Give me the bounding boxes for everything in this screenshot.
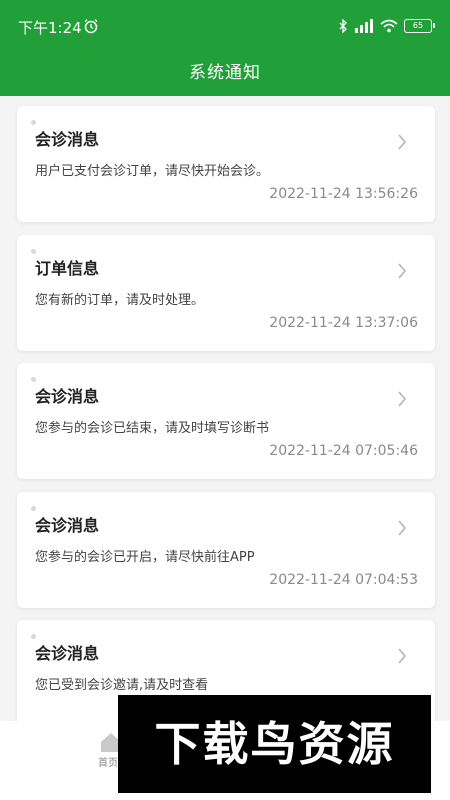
status-icons: 65 — [338, 16, 435, 36]
notification-time: 2022-11-24 07:05:46 — [269, 443, 418, 459]
wifi-icon — [380, 19, 398, 33]
notification-message: 您参与的会诊已结束，请及时填写诊断书 — [35, 421, 270, 436]
notification-time: 2022-11-24 07:04:53 — [269, 572, 418, 588]
notification-card[interactable]: 会诊消息 您参与的会诊已开启，请尽快前往APP 2022-11-24 07:04… — [17, 492, 435, 608]
battery-icon: 65 — [404, 19, 435, 33]
alarm-icon — [84, 19, 98, 34]
chevron-right-icon — [398, 391, 407, 407]
notification-card[interactable]: 订单信息 您有新的订单，请及时处理。 2022-11-24 13:37:06 — [17, 235, 435, 351]
unread-dot — [31, 120, 36, 125]
notification-card[interactable]: 会诊消息 您参与的会诊已结束，请及时填写诊断书 2022-11-24 07:05… — [17, 363, 435, 479]
chevron-right-icon — [398, 263, 407, 279]
notification-message: 您有新的订单，请及时处理。 — [35, 293, 205, 308]
nav-home-label[interactable]: 首页 — [98, 754, 118, 769]
notification-list: 会诊消息 用户已支付会诊订单，请尽快开始会诊。 2022-11-24 13:56… — [0, 96, 450, 721]
chevron-right-icon — [398, 520, 407, 536]
notification-message: 您已受到会诊邀请,请及时查看 — [35, 678, 209, 693]
unread-dot — [31, 506, 36, 511]
watermark-banner: 下载鸟资源 — [118, 695, 431, 793]
notification-title: 会诊消息 — [35, 644, 100, 663]
notification-message: 您参与的会诊已开启，请尽快前往APP — [35, 550, 255, 565]
bluetooth-icon — [339, 19, 347, 33]
page-title: 系统通知 — [189, 63, 261, 83]
notification-title: 订单信息 — [35, 259, 100, 278]
notification-time: 2022-11-24 13:37:06 — [269, 315, 418, 331]
notification-title: 会诊消息 — [35, 516, 100, 535]
notification-title: 会诊消息 — [35, 130, 100, 149]
notification-title: 会诊消息 — [35, 387, 100, 406]
header-bar: 下午1:24 65 系统通知 — [0, 0, 450, 96]
notification-time: 2022-11-24 13:56:26 — [269, 186, 418, 202]
unread-dot — [31, 377, 36, 382]
chevron-right-icon — [398, 648, 407, 664]
status-bar: 下午1:24 65 — [0, 0, 450, 52]
notification-card[interactable]: 会诊消息 用户已支付会诊订单，请尽快开始会诊。 2022-11-24 13:56… — [17, 106, 435, 222]
status-time: 下午1:24 — [18, 19, 82, 37]
chevron-right-icon — [398, 134, 407, 150]
signal-icon — [355, 19, 373, 33]
notification-message: 用户已支付会诊订单，请尽快开始会诊。 — [35, 164, 270, 179]
unread-dot — [31, 634, 36, 639]
unread-dot — [31, 249, 36, 254]
